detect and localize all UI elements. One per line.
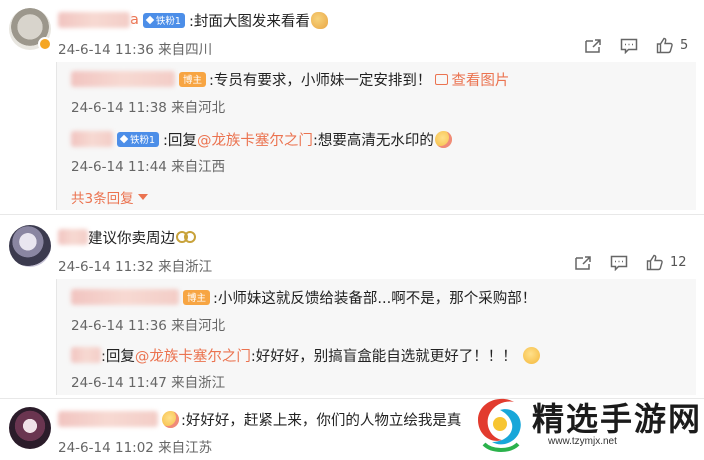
forward-icon xyxy=(585,38,601,53)
site-watermark: 精选手游网 www.tzymjx.net xyxy=(470,388,704,460)
blush-emoji-icon xyxy=(162,410,179,428)
doge-emoji-icon xyxy=(310,11,328,29)
comment-meta: 24-6-14 11:36 来自四川 xyxy=(58,42,213,58)
reply-text: :想要高清无水印的 xyxy=(312,132,434,149)
glasses-emoji-icon xyxy=(176,231,196,243)
reply-text: :好好好，别搞盲盒能自选就更好了！！！ xyxy=(250,348,517,365)
reply-block: 博主 :专员有要求，小师妹一定安排到！ 查看图片 24-6-14 11:38 来… xyxy=(56,62,696,210)
chevron-down-icon xyxy=(137,194,148,200)
more-replies-link[interactable]: 共3条回复 xyxy=(71,187,148,207)
host-badge: 博主 xyxy=(183,289,211,305)
comment-text-line: 建议你卖周边 xyxy=(58,227,196,247)
comment-icon xyxy=(620,38,638,54)
image-icon xyxy=(435,73,449,85)
reply-meta: 24-6-14 11:47 来自浙江 xyxy=(71,375,226,391)
username-blurred[interactable] xyxy=(71,289,179,305)
comment-icon xyxy=(610,255,628,271)
reply-prefix: :回复 xyxy=(101,348,135,365)
site-logo-icon xyxy=(478,398,521,452)
username-blurred[interactable] xyxy=(71,71,175,87)
reply-line: 铁粉1 :回复 @龙族卡塞尔之门 :想要高清无水印的 xyxy=(71,129,452,149)
blush-emoji-icon xyxy=(434,130,452,148)
avatar[interactable] xyxy=(9,407,51,449)
comment-text-line: a 铁粉1 :封面大图发来看看 xyxy=(58,10,328,30)
like-button[interactable]: 5 xyxy=(656,37,688,54)
view-image-link[interactable]: 查看图片 xyxy=(435,69,509,90)
username-blurred[interactable] xyxy=(58,411,158,427)
comment-item: 建议你卖周边 24-6-14 11:32 来自浙江 12 博主 :小师妹这就反馈… xyxy=(0,216,704,396)
grin-emoji-icon xyxy=(522,346,540,364)
reply-meta: 24-6-14 11:44 来自江西 xyxy=(71,159,226,175)
fan-badge: 铁粉1 xyxy=(117,131,160,147)
like-button[interactable]: 12 xyxy=(646,254,687,271)
forward-icon xyxy=(575,255,591,270)
like-icon xyxy=(646,254,663,271)
forward-button[interactable] xyxy=(584,38,602,54)
comment-item: a 铁粉1 :封面大图发来看看 24-6-14 11:36 来自四川 5 博主 … xyxy=(0,0,704,210)
avatar[interactable] xyxy=(9,225,51,267)
reply-line: :回复 @龙族卡塞尔之门 :好好好，别搞盲盒能自选就更好了！！！ xyxy=(71,345,540,365)
comment-text: :封面大图发来看看 xyxy=(188,13,310,30)
fan-badge: 铁粉1 xyxy=(142,12,185,28)
reply-meta: 24-6-14 11:36 来自河北 xyxy=(71,318,226,334)
comment-button[interactable] xyxy=(610,255,628,271)
comment-actions: 12 xyxy=(556,254,687,271)
comment-button[interactable] xyxy=(620,38,638,54)
comment-text: :好好好，赶紧上来，你们的人物立绘我是真 xyxy=(181,412,462,429)
reply-line: 博主 :专员有要求，小师妹一定安排到！ 查看图片 xyxy=(71,69,509,89)
reply-line: 博主 :小师妹这就反馈给装备部...啊不是，那个采购部！ xyxy=(71,287,536,307)
host-badge: 博主 xyxy=(179,71,207,87)
username-tail[interactable]: a xyxy=(130,12,139,28)
reply-text: :专员有要求，小师妹一定安排到！ xyxy=(209,72,432,89)
reply-text: :小师妹这就反馈给装备部...啊不是，那个采购部！ xyxy=(213,290,537,307)
like-icon xyxy=(656,37,673,54)
username-blurred[interactable] xyxy=(58,12,130,28)
comment-actions: 5 xyxy=(566,37,688,54)
like-count: 12 xyxy=(670,255,687,270)
vip-badge-icon xyxy=(38,37,52,51)
reply-prefix: :回复 xyxy=(163,132,197,149)
reply-block: 博主 :小师妹这就反馈给装备部...啊不是，那个采购部！ 24-6-14 11:… xyxy=(56,279,696,395)
like-count: 5 xyxy=(680,38,689,53)
divider xyxy=(0,214,704,215)
forward-button[interactable] xyxy=(574,255,592,271)
reply-meta: 24-6-14 11:38 来自河北 xyxy=(71,100,226,116)
username-blurred[interactable] xyxy=(71,347,101,363)
comment-text-line: :好好好，赶紧上来，你们的人物立绘我是真 xyxy=(58,409,461,429)
comment-meta: 24-6-14 11:32 来自浙江 xyxy=(58,259,213,275)
comment-meta: 24-6-14 11:02 来自江苏 xyxy=(58,440,213,456)
username-blurred[interactable] xyxy=(71,131,113,147)
watermark-title: 精选手游网 xyxy=(532,400,703,438)
mention-link[interactable]: @龙族卡塞尔之门 xyxy=(197,129,313,150)
comment-text: 建议你卖周边 xyxy=(88,230,175,247)
watermark-url: www.tzymjx.net xyxy=(548,436,617,447)
mention-link[interactable]: @龙族卡塞尔之门 xyxy=(135,345,251,366)
username-blurred[interactable] xyxy=(58,229,88,245)
